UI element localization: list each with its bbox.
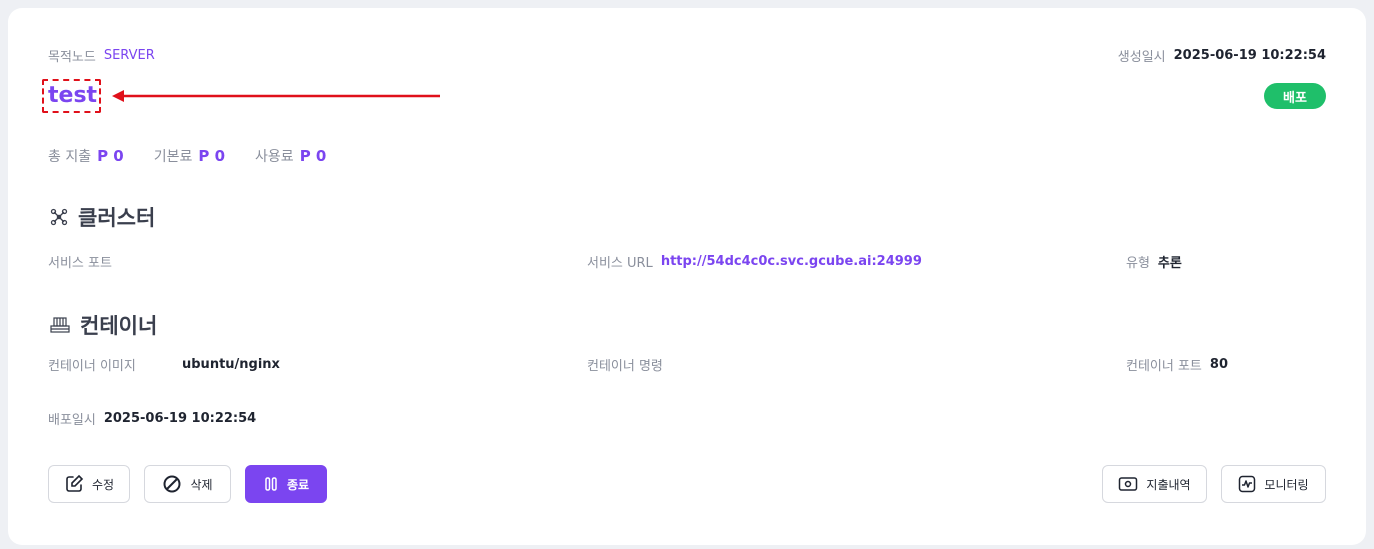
- target-node: 목적노드 SERVER: [48, 46, 155, 65]
- receipt-icon: [1119, 477, 1138, 491]
- target-node-label: 목적노드: [48, 50, 96, 65]
- monitoring-icon: [1239, 475, 1256, 493]
- service-type: 유형 추론: [1126, 252, 1182, 271]
- container-image: 컨테이너 이미지 ubuntu/nginx: [48, 355, 280, 374]
- block-icon: [163, 475, 181, 493]
- spending-history-button[interactable]: 지출내역: [1102, 465, 1207, 503]
- pause-icon: [265, 477, 277, 491]
- stop-button-label: 종료: [286, 477, 310, 492]
- created-at-value: 2025-06-19 10:22:54: [1173, 48, 1326, 63]
- service-url-link[interactable]: http://54dc4c0c.svc.gcube.ai:24999: [661, 254, 922, 269]
- created-at: 생성일시 2025-06-19 10:22:54: [1118, 46, 1326, 65]
- created-at-label: 생성일시: [1117, 50, 1166, 65]
- service-port-label: 서비스 포트: [48, 256, 112, 271]
- container-port: 컨테이너 포트 80: [1126, 355, 1228, 374]
- highlight-box: [42, 79, 101, 113]
- container-image-label: 컨테이너 이미지: [48, 359, 136, 374]
- target-node-value: SERVER: [103, 48, 155, 63]
- cluster-title: 클러스터: [78, 206, 156, 230]
- delete-button[interactable]: 삭제: [144, 465, 231, 503]
- monitoring-button[interactable]: 모니터링: [1221, 465, 1326, 503]
- edit-icon: [66, 474, 84, 492]
- cost-total: 총 지출 P 0: [48, 147, 124, 165]
- service-type-label: 유형: [1126, 256, 1150, 271]
- container-port-label: 컨테이너 포트: [1126, 359, 1202, 374]
- deployment-card: 목적노드 SERVER 생성일시 2025-06-19 10:22:54 tes…: [8, 8, 1366, 545]
- container-section-title: 컨테이너: [50, 310, 157, 340]
- cluster-section-title: 클러스터: [50, 202, 155, 232]
- status-badge: 배포: [1264, 83, 1326, 109]
- cost-usage: 사용료 P 0: [255, 147, 327, 165]
- service-url: 서비스 URL http://54dc4c0c.svc.gcube.ai:249…: [587, 252, 922, 271]
- container-image-value: ubuntu/nginx: [182, 357, 280, 372]
- container-command: 컨테이너 명령: [587, 355, 663, 374]
- deployed-at-label: 배포일시: [48, 413, 96, 428]
- cluster-icon: [50, 208, 68, 226]
- cost-base: 기본료 P 0: [153, 147, 226, 165]
- service-type-value: 추론: [1157, 256, 1182, 271]
- service-url-label: 서비스 URL: [587, 256, 653, 271]
- stop-button[interactable]: 종료: [245, 465, 327, 503]
- container-command-label: 컨테이너 명령: [587, 359, 663, 374]
- spending-history-label: 지출내역: [1146, 477, 1191, 492]
- deployed-at: 배포일시 2025-06-19 10:22:54: [48, 409, 256, 428]
- cost-summary: 총 지출 P 0 기본료 P 0 사용료 P 0: [48, 146, 326, 166]
- deployed-at-value: 2025-06-19 10:22:54: [103, 411, 257, 426]
- container-port-value: 80: [1209, 357, 1228, 372]
- service-port: 서비스 포트: [48, 252, 112, 271]
- edit-button[interactable]: 수정: [48, 465, 130, 503]
- container-icon: [50, 317, 70, 333]
- pointer-arrow-icon: [112, 90, 440, 102]
- delete-button-label: 삭제: [190, 477, 213, 492]
- edit-button-label: 수정: [91, 477, 115, 492]
- container-title: 컨테이너: [80, 314, 158, 338]
- monitoring-label: 모니터링: [1264, 477, 1309, 492]
